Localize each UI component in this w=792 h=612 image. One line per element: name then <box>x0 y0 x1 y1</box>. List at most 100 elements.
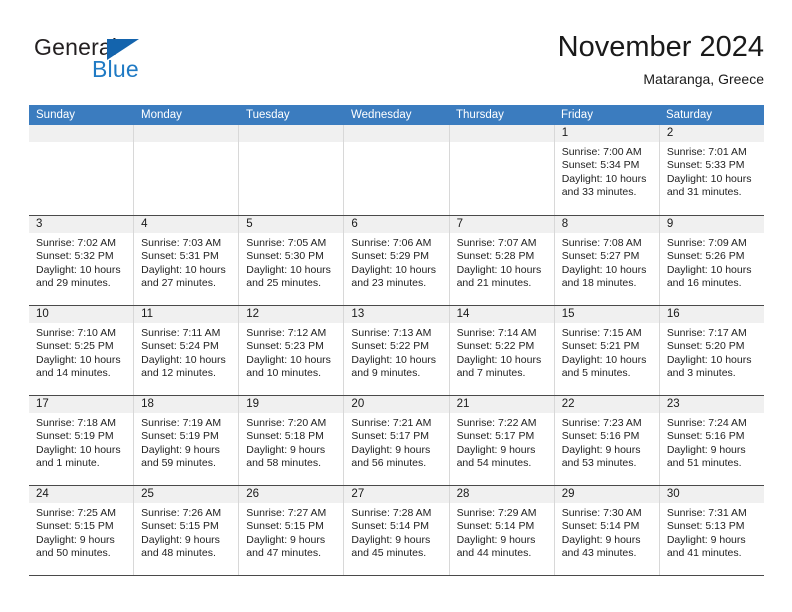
sunset-text: Sunset: 5:14 PM <box>561 520 640 533</box>
calendar-week-row: 24 Sunrise: 7:25 AM Sunset: 5:15 PM Dayligh… <box>29 485 764 575</box>
day-number <box>134 125 239 142</box>
sunset-text: Sunset: 5:28 PM <box>456 250 535 263</box>
calendar-day-cell[interactable]: 6 Sunrise: 7:06 AM Sunset: 5:29 PM Daylight… <box>344 216 450 305</box>
calendar-bottom-border <box>29 575 764 576</box>
sunset-text: Sunset: 5:22 PM <box>456 340 535 353</box>
sunrise-text: Sunrise: 7:12 AM <box>246 327 327 339</box>
daylight-text-line1: Daylight: 9 hours <box>351 533 431 546</box>
day-info: Sunrise: 7:06 AM Sunset: 5:29 PM Daylight:… <box>344 233 448 291</box>
sunset-text: Sunset: 5:19 PM <box>36 430 114 443</box>
sunrise-text: Sunrise: 7:03 AM <box>141 237 222 249</box>
calendar-day-cell[interactable]: 2 Sunrise: 7:01 AM Sunset: 5:33 PM Daylight… <box>659 125 764 215</box>
calendar-day-cell[interactable]: 1 Sunrise: 7:00 AM Sunset: 5:34 PM Daylight… <box>554 125 660 215</box>
sunrise-text: Sunrise: 7:28 AM <box>351 507 432 519</box>
daylight-text-line1: Daylight: 9 hours <box>561 443 641 456</box>
sunrise-text: Sunrise: 7:25 AM <box>36 507 116 519</box>
calendar-day-cell[interactable]: 28 Sunrise: 7:29 AM Sunset: 5:14 PM Dayligh… <box>449 486 555 575</box>
calendar-week-row: 1 Sunrise: 7:00 AM Sunset: 5:34 PM Daylight… <box>29 125 764 215</box>
daylight-text-line1: Daylight: 10 hours <box>351 263 437 276</box>
daylight-text-line2: and 45 minutes. <box>351 547 427 560</box>
calendar-day-cell[interactable]: 12 Sunrise: 7:12 AM Sunset: 5:23 PM Dayligh… <box>239 306 345 395</box>
calendar-day-cell[interactable]: 21 Sunrise: 7:22 AM Sunset: 5:17 PM Dayligh… <box>449 396 555 485</box>
day-number: 30 <box>659 486 764 503</box>
day-info: Sunrise: 7:18 AM Sunset: 5:19 PM Daylight:… <box>29 413 133 471</box>
calendar-day-cell[interactable]: 11 Sunrise: 7:11 AM Sunset: 5:24 PM Dayligh… <box>134 306 240 395</box>
calendar-day-cell[interactable]: 25 Sunrise: 7:26 AM Sunset: 5:15 PM Dayligh… <box>134 486 240 575</box>
calendar-day-cell[interactable]: 7 Sunrise: 7:07 AM Sunset: 5:28 PM Daylight… <box>449 216 555 305</box>
calendar-day-cell[interactable]: 3 Sunrise: 7:02 AM Sunset: 5:32 PM Daylight… <box>29 216 135 305</box>
daylight-text-line2: and 7 minutes. <box>456 367 526 380</box>
daylight-text-line2: and 23 minutes. <box>351 277 427 290</box>
daylight-text-line1: Daylight: 9 hours <box>36 533 115 546</box>
sunset-text: Sunset: 5:17 PM <box>351 430 430 443</box>
calendar-day-cell[interactable]: 18 Sunrise: 7:19 AM Sunset: 5:19 PM Dayligh… <box>134 396 240 485</box>
daylight-text-line1: Daylight: 10 hours <box>561 353 647 366</box>
sunset-text: Sunset: 5:32 PM <box>36 250 114 263</box>
daylight-text-line1: Daylight: 10 hours <box>141 263 226 276</box>
day-info: Sunrise: 7:20 AM Sunset: 5:18 PM Daylight:… <box>239 413 343 471</box>
calendar-day-cell[interactable]: 5 Sunrise: 7:05 AM Sunset: 5:30 PM Daylight… <box>239 216 345 305</box>
sunrise-text: Sunrise: 7:27 AM <box>246 507 327 519</box>
calendar-day-cell[interactable]: 24 Sunrise: 7:25 AM Sunset: 5:15 PM Dayligh… <box>29 486 135 575</box>
calendar-day-cell[interactable]: 15 Sunrise: 7:15 AM Sunset: 5:21 PM Dayligh… <box>554 306 660 395</box>
sunset-text: Sunset: 5:17 PM <box>456 430 535 443</box>
daylight-text-line1: Daylight: 9 hours <box>456 533 536 546</box>
day-info: Sunrise: 7:21 AM Sunset: 5:17 PM Daylight:… <box>344 413 448 471</box>
day-number: 5 <box>239 216 344 233</box>
calendar-day-cell[interactable]: 29 Sunrise: 7:30 AM Sunset: 5:14 PM Dayligh… <box>554 486 660 575</box>
daylight-text-line2: and 48 minutes. <box>141 547 216 560</box>
calendar-day-cell[interactable]: 23 Sunrise: 7:24 AM Sunset: 5:16 PM Dayligh… <box>659 396 764 485</box>
sunrise-text: Sunrise: 7:23 AM <box>561 417 642 429</box>
daylight-text-line2: and 12 minutes. <box>141 367 216 380</box>
sunrise-text: Sunrise: 7:14 AM <box>456 327 537 339</box>
day-info: Sunrise: 7:14 AM Sunset: 5:22 PM Daylight:… <box>450 323 554 381</box>
daylight-text-line1: Daylight: 9 hours <box>666 533 746 546</box>
sunrise-text: Sunrise: 7:13 AM <box>351 327 432 339</box>
sunset-text: Sunset: 5:20 PM <box>666 340 745 353</box>
day-number: 24 <box>29 486 134 503</box>
sunrise-text: Sunrise: 7:24 AM <box>666 417 747 429</box>
calendar-day-cell[interactable]: 16 Sunrise: 7:17 AM Sunset: 5:20 PM Dayligh… <box>659 306 764 395</box>
daylight-text-line1: Daylight: 9 hours <box>456 443 536 456</box>
sunset-text: Sunset: 5:14 PM <box>456 520 535 533</box>
calendar-day-cell-empty <box>29 125 135 215</box>
sunset-text: Sunset: 5:14 PM <box>351 520 430 533</box>
sunrise-text: Sunrise: 7:11 AM <box>141 327 221 339</box>
sunset-text: Sunset: 5:21 PM <box>561 340 640 353</box>
day-number <box>344 125 449 142</box>
daylight-text-line2: and 25 minutes. <box>246 277 321 290</box>
weekday-header-monday: Monday <box>141 109 182 121</box>
day-info: Sunrise: 7:03 AM Sunset: 5:31 PM Daylight:… <box>134 233 238 291</box>
calendar-day-cell[interactable]: 14 Sunrise: 7:14 AM Sunset: 5:22 PM Dayligh… <box>449 306 555 395</box>
daylight-text-line2: and 5 minutes. <box>561 367 631 380</box>
daylight-text-line2: and 58 minutes. <box>246 457 321 470</box>
sunrise-text: Sunrise: 7:08 AM <box>561 237 642 249</box>
sunset-text: Sunset: 5:16 PM <box>666 430 745 443</box>
day-info: Sunrise: 7:15 AM Sunset: 5:21 PM Daylight:… <box>555 323 659 381</box>
calendar-day-cell[interactable]: 26 Sunrise: 7:27 AM Sunset: 5:15 PM Dayligh… <box>239 486 345 575</box>
day-info: Sunrise: 7:27 AM Sunset: 5:15 PM Daylight:… <box>239 503 343 561</box>
daylight-text-line1: Daylight: 9 hours <box>666 443 746 456</box>
calendar-day-cell[interactable]: 20 Sunrise: 7:21 AM Sunset: 5:17 PM Dayligh… <box>344 396 450 485</box>
calendar-page: General Blue November 2024 Mataranga, Gr… <box>0 0 792 612</box>
daylight-text-line2: and 53 minutes. <box>561 457 637 470</box>
calendar-day-cell[interactable]: 4 Sunrise: 7:03 AM Sunset: 5:31 PM Daylight… <box>134 216 240 305</box>
day-number: 20 <box>344 396 449 413</box>
calendar-day-cell[interactable]: 30 Sunrise: 7:31 AM Sunset: 5:13 PM Dayligh… <box>659 486 764 575</box>
calendar-day-cell[interactable]: 9 Sunrise: 7:09 AM Sunset: 5:26 PM Daylight… <box>659 216 764 305</box>
calendar-day-cell[interactable]: 10 Sunrise: 7:10 AM Sunset: 5:25 PM Dayligh… <box>29 306 135 395</box>
daylight-text-line1: Daylight: 9 hours <box>246 443 326 456</box>
calendar-day-cell[interactable]: 13 Sunrise: 7:13 AM Sunset: 5:22 PM Dayligh… <box>344 306 450 395</box>
calendar-day-cell[interactable]: 8 Sunrise: 7:08 AM Sunset: 5:27 PM Daylight… <box>554 216 660 305</box>
daylight-text-line1: Daylight: 10 hours <box>246 263 331 276</box>
sunrise-text: Sunrise: 7:09 AM <box>666 237 747 249</box>
calendar-day-cell[interactable]: 22 Sunrise: 7:23 AM Sunset: 5:16 PM Dayligh… <box>554 396 660 485</box>
general-blue-logo[interactable]: General Blue <box>34 34 214 92</box>
daylight-text-line2: and 27 minutes. <box>141 277 216 290</box>
calendar-day-cell[interactable]: 19 Sunrise: 7:20 AM Sunset: 5:18 PM Dayligh… <box>239 396 345 485</box>
day-number: 3 <box>29 216 134 233</box>
calendar-day-cell[interactable]: 27 Sunrise: 7:28 AM Sunset: 5:14 PM Dayligh… <box>344 486 450 575</box>
calendar-day-cell[interactable]: 17 Sunrise: 7:18 AM Sunset: 5:19 PM Dayligh… <box>29 396 135 485</box>
sunrise-text: Sunrise: 7:21 AM <box>351 417 432 429</box>
calendar-grid: Sunday Monday Tuesday Wednesday Thursday… <box>29 105 764 576</box>
